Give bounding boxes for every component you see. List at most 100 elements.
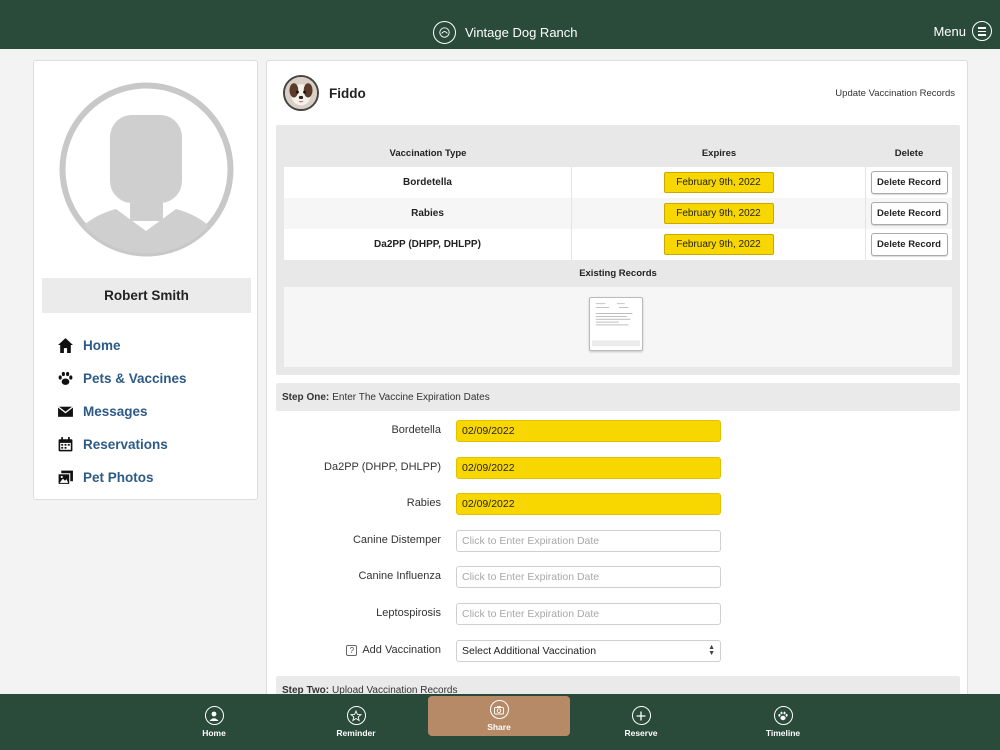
sidebar-item-pet-photos[interactable]: Pet Photos bbox=[56, 461, 187, 494]
form-row: ? Add Vaccination Select Additional Vacc… bbox=[267, 640, 967, 662]
pet-avatar bbox=[283, 75, 319, 111]
step-one-header: Step One: Enter The Vaccine Expiration D… bbox=[276, 383, 960, 411]
top-bar: Vintage Dog Ranch Menu bbox=[0, 0, 1000, 49]
table-row: Bordetella February 9th, 2022 Delete Rec… bbox=[284, 167, 952, 198]
form-row: Bordetella bbox=[267, 420, 967, 442]
sidebar-item-label: Home bbox=[83, 338, 121, 353]
hamburger-icon bbox=[972, 21, 992, 41]
user-avatar-placeholder-icon bbox=[59, 82, 234, 257]
camera-icon bbox=[489, 700, 509, 719]
tab-home[interactable]: Home bbox=[143, 694, 285, 750]
brand[interactable]: Vintage Dog Ranch bbox=[433, 21, 578, 44]
person-icon bbox=[204, 706, 224, 725]
existing-records-box bbox=[284, 287, 952, 367]
expires-cell: February 9th, 2022 bbox=[572, 198, 866, 229]
field-label: Leptospirosis bbox=[376, 607, 441, 619]
field-label: Add Vaccination bbox=[362, 644, 441, 656]
form-row: Canine Influenza bbox=[267, 566, 967, 588]
table-row: Da2PP (DHPP, DHLPP) February 9th, 2022 D… bbox=[284, 229, 952, 260]
menu-label: Menu bbox=[933, 23, 966, 39]
add-vaccination-label-group: ? Add Vaccination bbox=[346, 644, 441, 656]
sidebar-item-label: Messages bbox=[83, 404, 148, 419]
expires-cell: February 9th, 2022 bbox=[572, 229, 866, 260]
select-arrows-icon: ▲ ▼ bbox=[708, 644, 715, 657]
sidebar-item-label: Reservations bbox=[83, 437, 168, 452]
column-header-expires: Expires bbox=[701, 148, 737, 159]
expiration-badge: February 9th, 2022 bbox=[663, 203, 774, 224]
canine-distemper-date-input[interactable] bbox=[456, 530, 721, 552]
tab-label: Share bbox=[487, 722, 511, 732]
star-icon bbox=[346, 706, 366, 725]
user-name: Robert Smith bbox=[42, 278, 251, 313]
step-one-label: Step One: bbox=[282, 391, 330, 403]
document-icon bbox=[591, 303, 641, 347]
sidebar-item-label: Pet Photos bbox=[83, 470, 154, 485]
update-records-link[interactable]: Update Vaccination Records bbox=[835, 88, 955, 99]
pet-name: Fiddo bbox=[329, 86, 366, 101]
sidebar-item-home[interactable]: Home bbox=[56, 329, 187, 362]
plus-icon bbox=[631, 706, 651, 725]
expires-cell: February 9th, 2022 bbox=[572, 167, 866, 198]
tab-reminder[interactable]: Reminder bbox=[285, 694, 427, 750]
bottom-nav: Home Reminder Share Reserve Timeline bbox=[0, 694, 1000, 750]
dog-photo-icon bbox=[285, 77, 317, 109]
field-label: Canine Influenza bbox=[358, 570, 441, 582]
da2pp-date-input[interactable] bbox=[456, 457, 721, 479]
expiration-badge: February 9th, 2022 bbox=[663, 234, 774, 255]
sidebar-item-reservations[interactable]: Reservations bbox=[56, 428, 187, 461]
tab-share[interactable]: Share bbox=[428, 696, 570, 736]
vaccination-type: Bordetella bbox=[284, 167, 572, 198]
column-header-type: Vaccination Type bbox=[389, 148, 467, 159]
table-row: Rabies February 9th, 2022 Delete Record bbox=[284, 198, 952, 229]
profile-card: Robert Smith Home Pets & Vaccines Messag… bbox=[33, 60, 258, 500]
form-row: Da2PP (DHPP, DHLPP) bbox=[267, 457, 967, 479]
sidebar-nav: Home Pets & Vaccines Messages Reservatio… bbox=[56, 329, 187, 494]
record-thumbnail[interactable] bbox=[589, 297, 643, 351]
vaccination-panel: Fiddo Update Vaccination Records Vaccina… bbox=[266, 60, 968, 720]
paw-icon bbox=[56, 370, 74, 388]
field-label: Rabies bbox=[406, 497, 441, 509]
vaccination-type: Rabies bbox=[284, 198, 572, 229]
delete-cell: Delete Record bbox=[866, 229, 952, 260]
tab-timeline[interactable]: Timeline bbox=[712, 694, 854, 750]
field-label: Da2PP (DHPP, DHLPP) bbox=[324, 461, 441, 473]
form-row: Leptospirosis bbox=[267, 603, 967, 625]
home-icon bbox=[56, 337, 74, 355]
delete-record-button[interactable]: Delete Record bbox=[870, 233, 948, 256]
paw-icon bbox=[773, 706, 793, 725]
rabies-date-input[interactable] bbox=[456, 493, 721, 515]
vaccination-table: Vaccination Type Expires Delete Bordetel… bbox=[276, 125, 960, 375]
brand-name: Vintage Dog Ranch bbox=[465, 25, 578, 40]
leptospirosis-date-input[interactable] bbox=[456, 603, 721, 625]
bordetella-date-input[interactable] bbox=[456, 420, 721, 442]
add-vaccination-select[interactable]: Select Additional Vaccination ▲ ▼ bbox=[456, 640, 721, 662]
calendar-icon bbox=[56, 436, 74, 454]
tab-label: Home bbox=[202, 728, 226, 738]
form-row: Canine Distemper bbox=[267, 530, 967, 552]
expiration-badge: February 9th, 2022 bbox=[663, 172, 774, 193]
help-icon[interactable]: ? bbox=[346, 644, 358, 656]
form-row: Rabies bbox=[267, 493, 967, 515]
sidebar-item-messages[interactable]: Messages bbox=[56, 395, 187, 428]
photos-icon bbox=[56, 469, 74, 487]
delete-cell: Delete Record bbox=[866, 167, 952, 198]
tab-label: Timeline bbox=[765, 728, 801, 738]
delete-record-button[interactable]: Delete Record bbox=[870, 202, 948, 225]
tab-label: Reserve bbox=[624, 728, 658, 738]
column-header-delete: Delete bbox=[894, 148, 924, 159]
delete-record-button[interactable]: Delete Record bbox=[870, 171, 948, 194]
field-label: Bordetella bbox=[391, 424, 441, 436]
step-one-text: Enter The Vaccine Expiration Dates bbox=[332, 391, 490, 403]
vaccination-type: Da2PP (DHPP, DHLPP) bbox=[284, 229, 572, 260]
sidebar-item-pets-vaccines[interactable]: Pets & Vaccines bbox=[56, 362, 187, 395]
canine-influenza-date-input[interactable] bbox=[456, 566, 721, 588]
envelope-icon bbox=[56, 403, 74, 421]
sidebar-item-label: Pets & Vaccines bbox=[83, 371, 187, 386]
field-label: Canine Distemper bbox=[352, 534, 441, 546]
menu-button[interactable]: Menu bbox=[933, 21, 992, 41]
select-value: Select Additional Vaccination bbox=[462, 645, 597, 657]
brand-logo-icon bbox=[433, 21, 456, 44]
delete-cell: Delete Record bbox=[866, 198, 952, 229]
existing-records-title: Existing Records bbox=[579, 268, 657, 279]
tab-reserve[interactable]: Reserve bbox=[570, 694, 712, 750]
